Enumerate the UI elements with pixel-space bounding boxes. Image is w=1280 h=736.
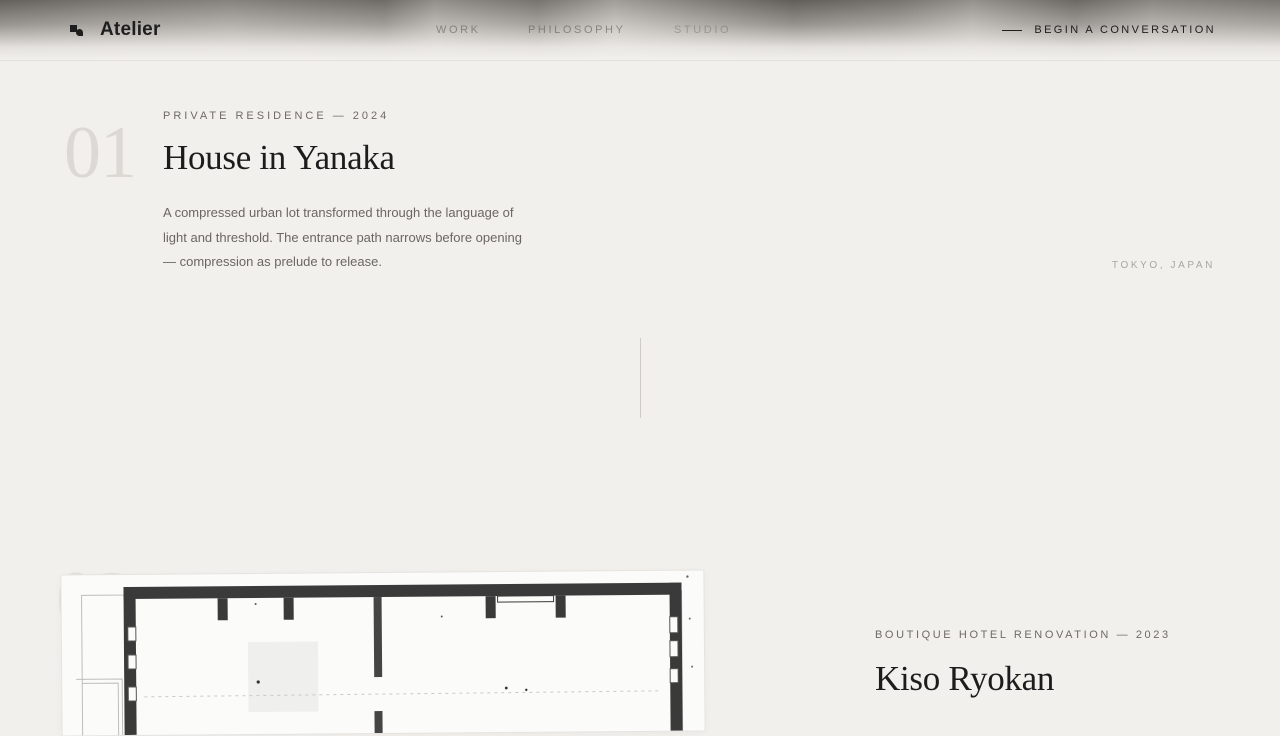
project-kicker: PRIVATE RESIDENCE — 2024 — [163, 110, 390, 122]
brand-name: Atelier — [100, 19, 161, 40]
project-title[interactable]: Kiso Ryokan — [875, 659, 1054, 699]
project-number: 01 — [64, 112, 137, 194]
project-description: A compressed urban lot transformed throu… — [163, 205, 522, 269]
logo-mark-icon — [70, 23, 86, 37]
section-divider — [640, 338, 641, 418]
project-kicker: BOUTIQUE HOTEL RENOVATION — 2023 — [875, 629, 1171, 641]
floor-plan-image[interactable] — [61, 570, 705, 736]
project-title[interactable]: House in Yanaka — [163, 138, 395, 178]
nav-item-studio[interactable]: STUDIO — [674, 24, 734, 36]
brand-logo[interactable]: Atelier — [70, 19, 161, 41]
floor-plan-drawing — [76, 575, 694, 736]
cta-label: BEGIN A CONVERSATION — [1034, 24, 1216, 36]
cta-line-icon — [1002, 29, 1023, 31]
site-header: Atelier WORK PHILOSOPHY STUDIO BEGIN A C… — [0, 0, 1280, 61]
begin-conversation-link[interactable]: BEGIN A CONVERSATION — [1002, 24, 1216, 36]
project-location: TOKYO, JAPAN — [1111, 260, 1215, 271]
main-nav: WORK PHILOSOPHY STUDIO — [436, 24, 734, 36]
nav-item-philosophy[interactable]: PHILOSOPHY — [528, 24, 674, 36]
nav-item-work[interactable]: WORK — [436, 24, 528, 36]
